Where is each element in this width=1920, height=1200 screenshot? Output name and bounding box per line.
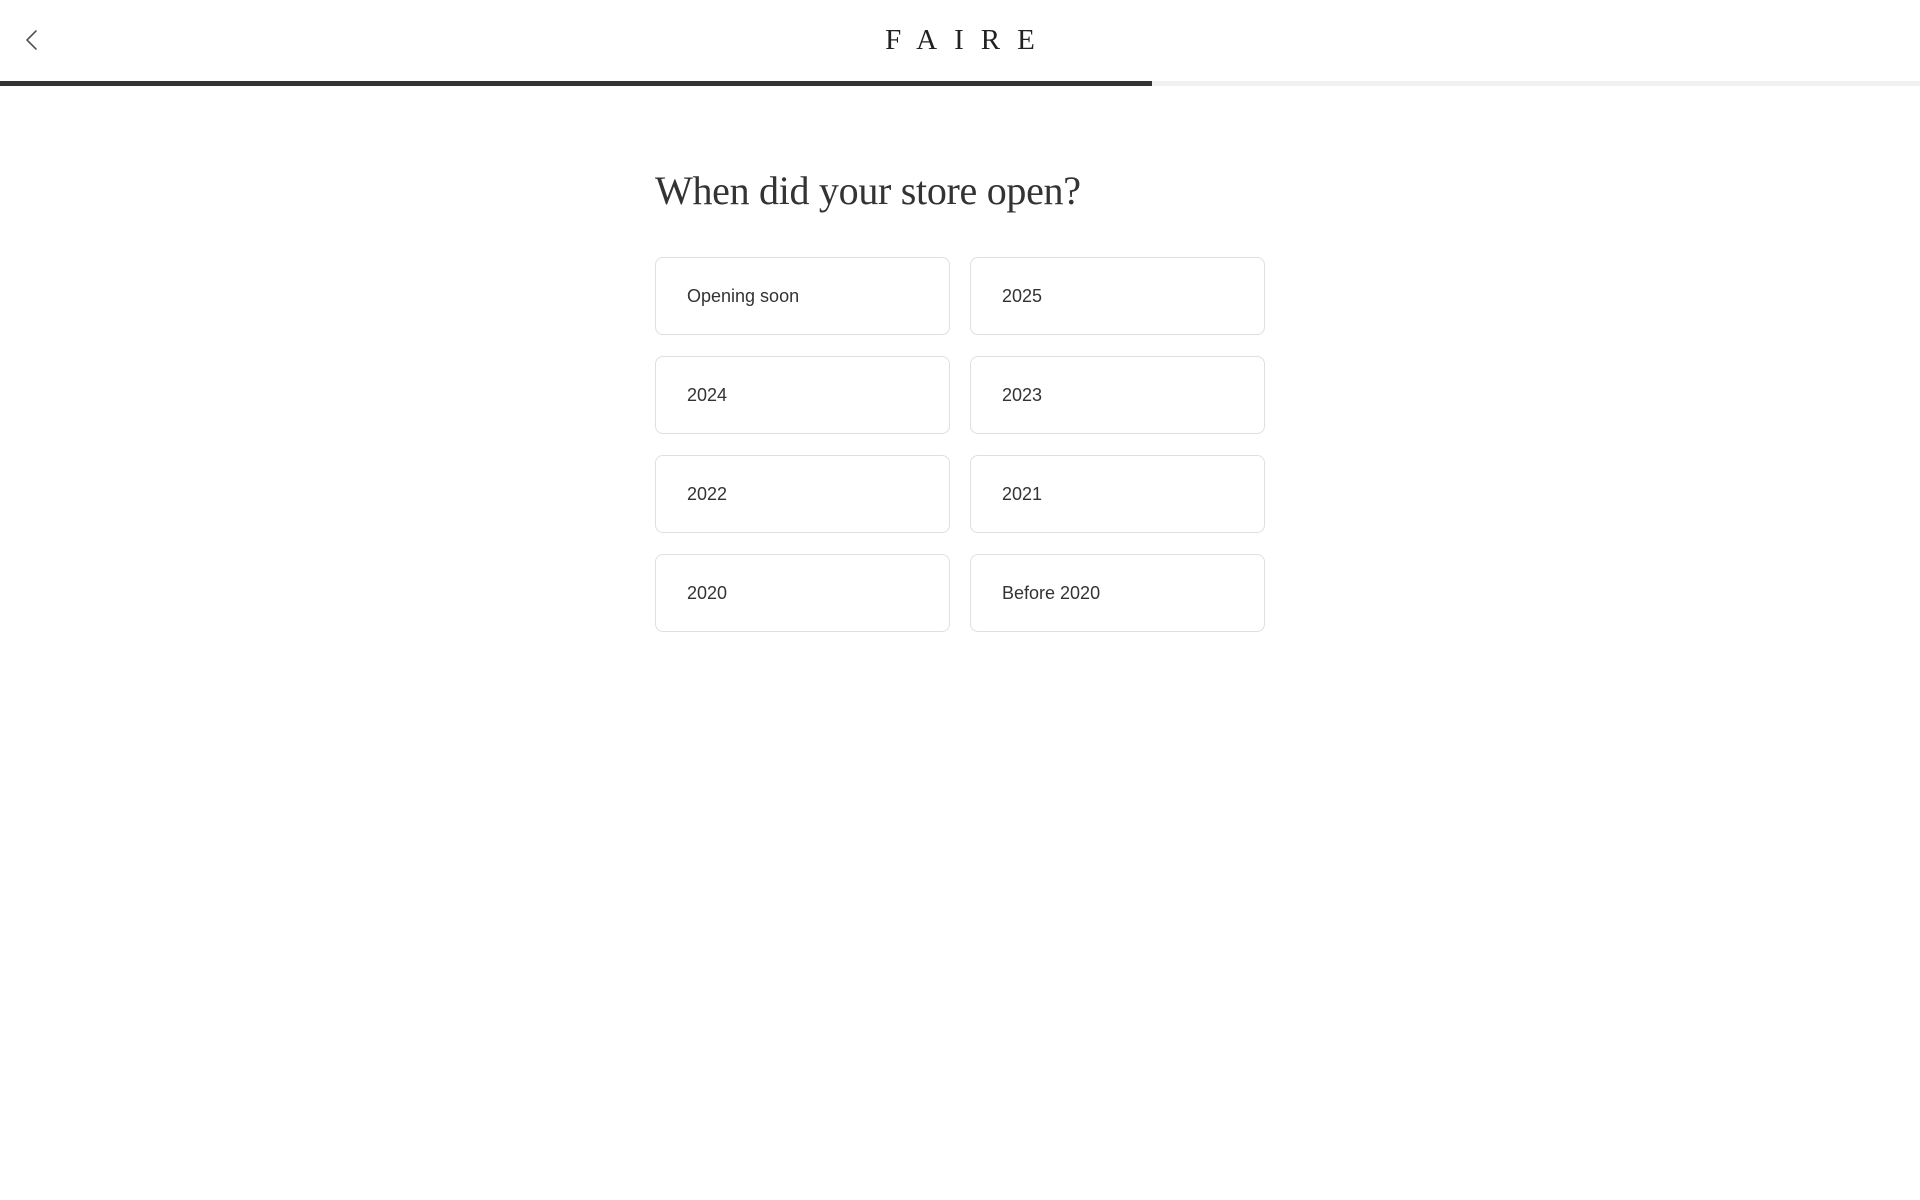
option-2023[interactable]: 2023 [970,356,1265,434]
faire-logo[interactable]: FAIRE [0,22,1920,58]
option-2020[interactable]: 2020 [655,554,950,632]
option-2022[interactable]: 2022 [655,455,950,533]
question-heading: When did your store open? [655,168,1081,213]
option-2025[interactable]: 2025 [970,257,1265,335]
option-before-2020[interactable]: Before 2020 [970,554,1265,632]
main-content: When did your store open? Opening soon 2… [655,163,1265,632]
progress-bar [0,81,1920,86]
option-2024[interactable]: 2024 [655,356,950,434]
progress-fill [0,81,1152,86]
option-2021[interactable]: 2021 [970,455,1265,533]
header: FAIRE [0,0,1920,81]
options-grid: Opening soon 2025 2024 2023 2022 2021 20… [655,257,1265,632]
option-opening-soon[interactable]: Opening soon [655,257,950,335]
